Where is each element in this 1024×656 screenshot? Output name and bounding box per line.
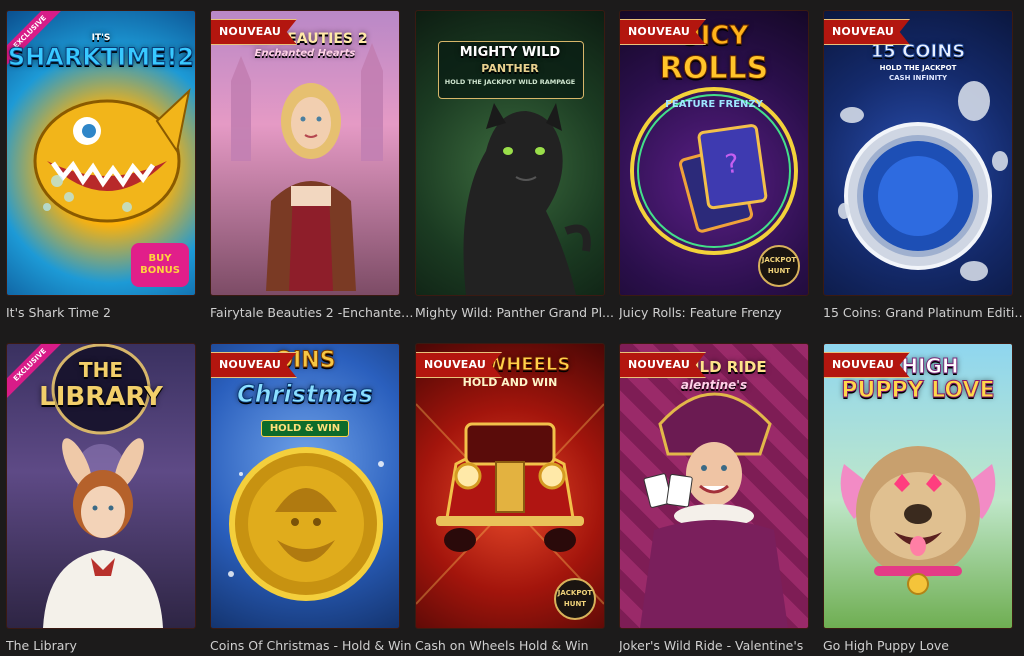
game-logo-subtitle: HOLD & WIN <box>261 420 349 437</box>
game-logo-line1: IT'S <box>91 33 111 43</box>
game-logo: PUPPY LOVE <box>841 378 995 404</box>
jackpot-hunt-badge: JACKPOT HUNT <box>554 578 596 620</box>
game-logo: SHARKTIME!2 <box>7 43 195 72</box>
game-title[interactable]: It's Shark Time 2 <box>6 305 211 321</box>
game-title[interactable]: Juicy Rolls: Feature Frenzy <box>619 305 824 321</box>
game-tile: EXCLUSIVE THE LIBRARY The Library <box>6 343 196 653</box>
game-tile: O HIGH PUPPY LOVE NOUVEAU Go High Puppy … <box>823 343 1013 653</box>
game-logo: Christmas <box>236 380 373 409</box>
game-tile: S WILD RIDE alentine's NOUVEAU Joker's W… <box>619 343 809 653</box>
buy-bonus-badge: BUY BONUS <box>131 243 189 287</box>
game-title[interactable]: Fairytale Beauties 2 -Enchanted... <box>210 305 415 321</box>
game-title[interactable]: The Library <box>6 638 211 654</box>
badge-new: NOUVEAU <box>416 352 503 378</box>
game-logo-tagline: CASH INFINITY <box>888 74 948 82</box>
game-title[interactable]: 15 Coins: Grand Platinum Edition <box>823 305 1024 321</box>
game-card-mighty-wild-panther[interactable]: MIGHTY WILD PANTHER HOLD THE JACKPOT WIL… <box>415 10 605 296</box>
game-card-fairytale-beauties-2[interactable]: ALE BEAUTIES 2 Enchanted Hearts NOUVEAU <box>210 10 400 296</box>
game-title[interactable]: Go High Puppy Love <box>823 638 1024 654</box>
game-logo-tagline: HOLD THE JACKPOT WILD RAMPAGE <box>444 78 576 86</box>
badge-new: NOUVEAU <box>211 352 298 378</box>
game-title[interactable]: Joker's Wild Ride - Valentine's <box>619 638 824 654</box>
badge-new: NOUVEAU <box>824 19 911 45</box>
game-card-coins-of-christmas[interactable]: OINS Christmas HOLD & WIN NOUVEAU <box>210 343 400 629</box>
game-tile: ON WHEELS HOLD AND WIN JACKPOT HUNT NOUV… <box>415 343 605 653</box>
jackpot-hunt-badge: JACKPOT HUNT <box>758 245 800 287</box>
badge-new: NOUVEAU <box>620 19 707 45</box>
game-tile: ALE BEAUTIES 2 Enchanted Hearts NOUVEAU … <box>210 10 415 320</box>
game-logo-subtitle: Enchanted Hearts <box>254 48 356 59</box>
game-logo: MIGHTY WILD <box>459 45 561 60</box>
game-card-15-coins[interactable]: 15 COINS HOLD THE JACKPOT CASH INFINITY … <box>823 10 1013 296</box>
badge-new: NOUVEAU <box>620 352 707 378</box>
game-logo-subtitle: alentine's <box>680 378 748 392</box>
game-card-jokers-wild-ride[interactable]: S WILD RIDE alentine's NOUVEAU <box>619 343 809 629</box>
game-card-go-high-puppy-love[interactable]: O HIGH PUPPY LOVE NOUVEAU <box>823 343 1013 629</box>
game-tile: 15 COINS HOLD THE JACKPOT CASH INFINITY … <box>823 10 1024 320</box>
game-tile: ? UICY ROLLS FEATURE FRENZY JACKPOT HUNT… <box>619 10 809 320</box>
game-tile: MIGHTY WILD PANTHER HOLD THE JACKPOT WIL… <box>415 10 614 320</box>
game-logo-subtitle: PANTHER <box>481 62 539 75</box>
game-card-juicy-rolls[interactable]: ? UICY ROLLS FEATURE FRENZY JACKPOT HUNT… <box>619 10 809 296</box>
game-card-cash-on-wheels[interactable]: ON WHEELS HOLD AND WIN JACKPOT HUNT NOUV… <box>415 343 605 629</box>
game-title[interactable]: Cash on Wheels Hold & Win <box>415 638 620 654</box>
badge-new: NOUVEAU <box>824 352 911 378</box>
game-tile: EXCLUSIVE IT'S SHARKTIME!2 BUY BONUS It'… <box>6 10 196 320</box>
game-card-shark-time-2[interactable]: EXCLUSIVE IT'S SHARKTIME!2 BUY BONUS <box>6 10 196 296</box>
game-card-the-library[interactable]: EXCLUSIVE THE LIBRARY <box>6 343 196 629</box>
game-grid: EXCLUSIVE IT'S SHARKTIME!2 BUY BONUS It'… <box>0 0 1024 656</box>
game-title[interactable]: Mighty Wild: Panther Grand Pl... <box>415 305 620 321</box>
game-logo-line1: THE <box>78 358 124 382</box>
game-title[interactable]: Coins Of Christmas - Hold & Win <box>210 638 415 654</box>
game-tile: OINS Christmas HOLD & WIN NOUVEAU Coins … <box>210 343 412 653</box>
game-logo-subtitle: HOLD THE JACKPOT <box>879 64 957 72</box>
game-logo: ROLLS <box>659 51 769 87</box>
game-logo: LIBRARY <box>39 382 163 412</box>
badge-new: NOUVEAU <box>211 19 298 45</box>
game-logo-subtitle: FEATURE FRENZY <box>665 99 763 110</box>
